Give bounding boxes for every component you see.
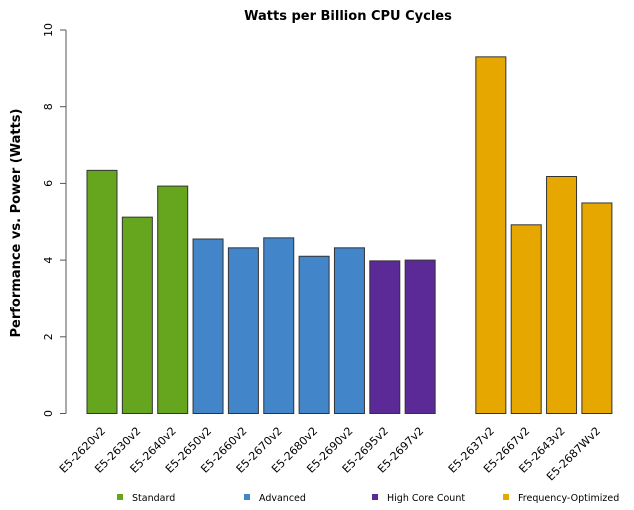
bar — [510, 224, 542, 414]
bar — [157, 185, 189, 414]
legend-swatch — [503, 494, 509, 500]
y-tick-label: 0 — [42, 410, 55, 417]
bar — [369, 260, 401, 414]
legend: Standard Advanced High Core Count Frequency… — [117, 493, 619, 504]
bar — [227, 247, 259, 414]
x-tick-labels: E5-2620v2E5-2630v2E5-2640v2E5-2650v2E5-2… — [57, 424, 603, 483]
legend-swatch — [117, 494, 123, 500]
bars — [86, 56, 613, 415]
bar — [86, 169, 118, 414]
legend-label: Frequency-Optimized — [518, 493, 619, 504]
y-tick-label: 8 — [42, 103, 55, 110]
y-tick-label: 4 — [42, 257, 55, 264]
y-axis-label: Performance vs. Power (Watts) — [9, 109, 24, 338]
bar — [263, 237, 295, 414]
bar — [546, 175, 578, 414]
bar — [581, 202, 613, 414]
y-tick-label: 10 — [42, 23, 55, 37]
chart-title: Watts per Billion CPU Cycles — [244, 9, 452, 24]
y-axis: 0 2 4 6 8 10 — [42, 23, 67, 417]
legend-swatch — [372, 494, 378, 500]
bar — [192, 238, 224, 414]
legend-label: Standard — [132, 493, 175, 504]
bar — [121, 216, 153, 414]
bar-chart: Watts per Billion CPU Cycles Performance… — [9, 9, 619, 504]
y-tick-label: 6 — [42, 180, 55, 187]
legend-swatch — [244, 494, 250, 500]
bar — [404, 259, 436, 414]
bar — [298, 255, 330, 415]
legend-label: High Core Count — [387, 493, 465, 504]
bar — [475, 56, 507, 414]
bar — [333, 247, 365, 414]
y-tick-label: 2 — [42, 333, 55, 340]
legend-label: Advanced — [259, 493, 306, 504]
